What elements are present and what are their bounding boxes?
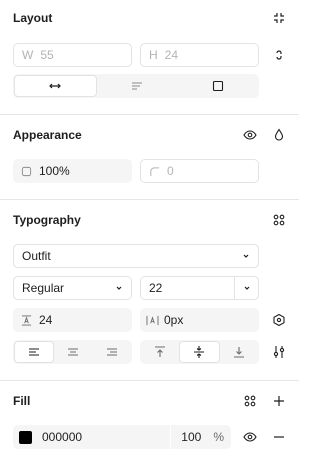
height-prefix: H xyxy=(149,48,158,62)
letter-spacing-value: 0px xyxy=(164,313,184,327)
square-icon xyxy=(212,80,223,92)
align-middle-option[interactable] xyxy=(179,341,220,363)
constrain-proportions-icon[interactable] xyxy=(271,47,287,63)
width-value: 55 xyxy=(40,48,54,62)
height-value: 24 xyxy=(164,48,179,62)
appearance-section-title: Appearance xyxy=(13,128,82,142)
corner-radius-field[interactable]: 0 xyxy=(140,159,259,183)
opacity-icon xyxy=(21,166,32,176)
font-size-dropdown-button[interactable] xyxy=(234,277,258,299)
section-divider xyxy=(0,380,299,381)
line-height-icon xyxy=(21,314,32,326)
corner-radius-value: 0 xyxy=(167,164,174,178)
section-divider xyxy=(0,199,299,200)
align-left-option[interactable] xyxy=(14,341,55,363)
lines-icon xyxy=(132,82,142,90)
font-size-select[interactable]: 22 xyxy=(140,276,259,300)
chevron-down-icon xyxy=(244,286,249,290)
eye-icon[interactable] xyxy=(242,127,258,143)
align-middle-icon xyxy=(194,346,205,358)
typography-section-title: Typography xyxy=(13,213,81,227)
height-field[interactable]: H 24 xyxy=(140,43,259,67)
align-right-option[interactable] xyxy=(93,341,131,363)
fill-container-option[interactable] xyxy=(177,75,258,97)
remove-fill-minus-icon[interactable] xyxy=(271,429,287,445)
letter-spacing-icon xyxy=(146,315,159,325)
collapse-icon[interactable] xyxy=(271,10,287,26)
font-weight-select[interactable]: Regular xyxy=(13,276,132,300)
font-weight-value: Regular xyxy=(22,281,65,295)
fixed-width-option[interactable] xyxy=(14,75,97,97)
font-size-value: 22 xyxy=(149,281,163,295)
align-top-icon xyxy=(155,346,166,357)
sizing-mode-segmented xyxy=(13,74,259,98)
text-align-horizontal-segmented xyxy=(13,340,132,364)
align-center-icon xyxy=(68,348,79,356)
horizontal-arrows-icon xyxy=(49,83,62,89)
align-bottom-option[interactable] xyxy=(220,341,258,363)
layout-section-title: Layout xyxy=(13,11,53,25)
fill-hex-value: 000000 xyxy=(42,430,83,444)
chevron-down-icon xyxy=(243,254,249,258)
width-prefix: W xyxy=(22,48,34,62)
align-center-option[interactable] xyxy=(54,341,92,363)
section-divider xyxy=(0,114,299,115)
font-family-value: Outfit xyxy=(22,249,51,263)
text-settings-hexagon-icon[interactable] xyxy=(271,312,287,328)
styles-grid-icon[interactable] xyxy=(271,212,287,228)
align-bottom-icon xyxy=(233,347,244,358)
opacity-value: 100% xyxy=(39,164,70,178)
align-right-icon xyxy=(106,348,117,356)
align-top-option[interactable] xyxy=(141,341,179,363)
text-align-vertical-segmented xyxy=(140,340,259,364)
fill-visibility-eye-icon[interactable] xyxy=(242,429,258,445)
color-swatch[interactable] xyxy=(19,430,32,444)
corner-radius-icon xyxy=(150,166,160,176)
opacity-field[interactable]: 100% xyxy=(13,159,132,183)
field-separator xyxy=(170,425,172,449)
add-fill-plus-icon[interactable] xyxy=(271,393,287,409)
line-height-field[interactable]: 24 xyxy=(13,308,132,332)
font-family-select[interactable]: Outfit xyxy=(13,244,259,268)
fill-opacity-value: 100 xyxy=(181,430,202,444)
line-height-value: 24 xyxy=(39,313,53,327)
letter-spacing-field[interactable]: 0px xyxy=(140,308,259,332)
hug-contents-option[interactable] xyxy=(97,75,178,97)
fill-section-title: Fill xyxy=(13,394,31,408)
droplet-icon[interactable] xyxy=(271,127,287,143)
chevron-down-icon xyxy=(116,286,122,290)
text-options-sliders-icon[interactable] xyxy=(271,344,287,360)
align-left-icon xyxy=(29,348,40,356)
fill-color-field[interactable]: 000000 100 % xyxy=(13,425,231,449)
width-field[interactable]: W 55 xyxy=(13,43,132,67)
fill-styles-grid-icon[interactable] xyxy=(242,393,258,409)
percent-sign: % xyxy=(213,430,224,444)
